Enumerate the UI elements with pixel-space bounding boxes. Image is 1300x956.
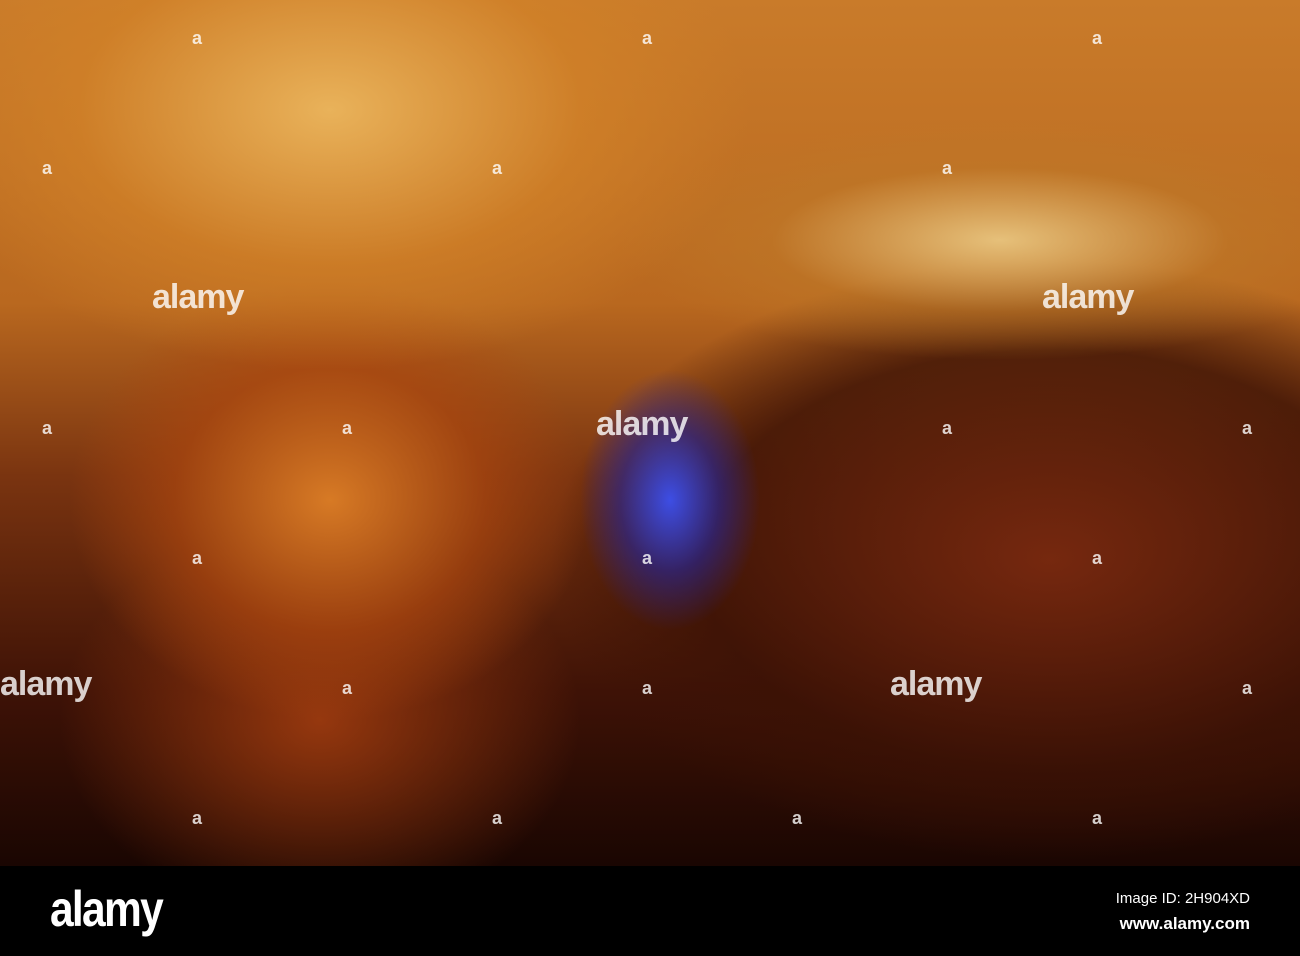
watermark: a (42, 158, 53, 178)
watermark: a (492, 808, 503, 828)
watermark: a (1242, 678, 1253, 698)
watermark: alamy (152, 278, 244, 316)
watermark: a (192, 28, 203, 48)
watermark: a (642, 678, 653, 698)
watermark: a (1092, 548, 1103, 568)
cave-photo: alamy alamy alamy alamy alamy a a a a a … (0, 0, 1300, 866)
watermark: a (192, 548, 203, 568)
watermark: a (342, 678, 353, 698)
watermark: alamy (1042, 278, 1134, 316)
watermark: a (642, 28, 653, 48)
watermark: a (42, 418, 53, 438)
watermark: a (942, 418, 953, 438)
watermark: a (342, 418, 353, 438)
watermark: a (492, 158, 503, 178)
watermark: a (1242, 418, 1253, 438)
website-url: www.alamy.com (1119, 914, 1250, 933)
watermark: a (792, 808, 803, 828)
watermark: alamy (596, 405, 688, 443)
watermark: a (942, 158, 953, 178)
image-id: Image ID: 2H904XD (1115, 890, 1250, 907)
watermark: alamy (890, 665, 982, 703)
watermark: a (192, 808, 203, 828)
watermark: a (642, 548, 653, 568)
watermark: a (1092, 808, 1103, 828)
alamy-logo: alamy (50, 881, 164, 937)
watermark: alamy (0, 665, 92, 703)
footer-bar: alamy Image ID: 2H904XD www.alamy.com (0, 866, 1300, 956)
watermark: a (1092, 28, 1103, 48)
